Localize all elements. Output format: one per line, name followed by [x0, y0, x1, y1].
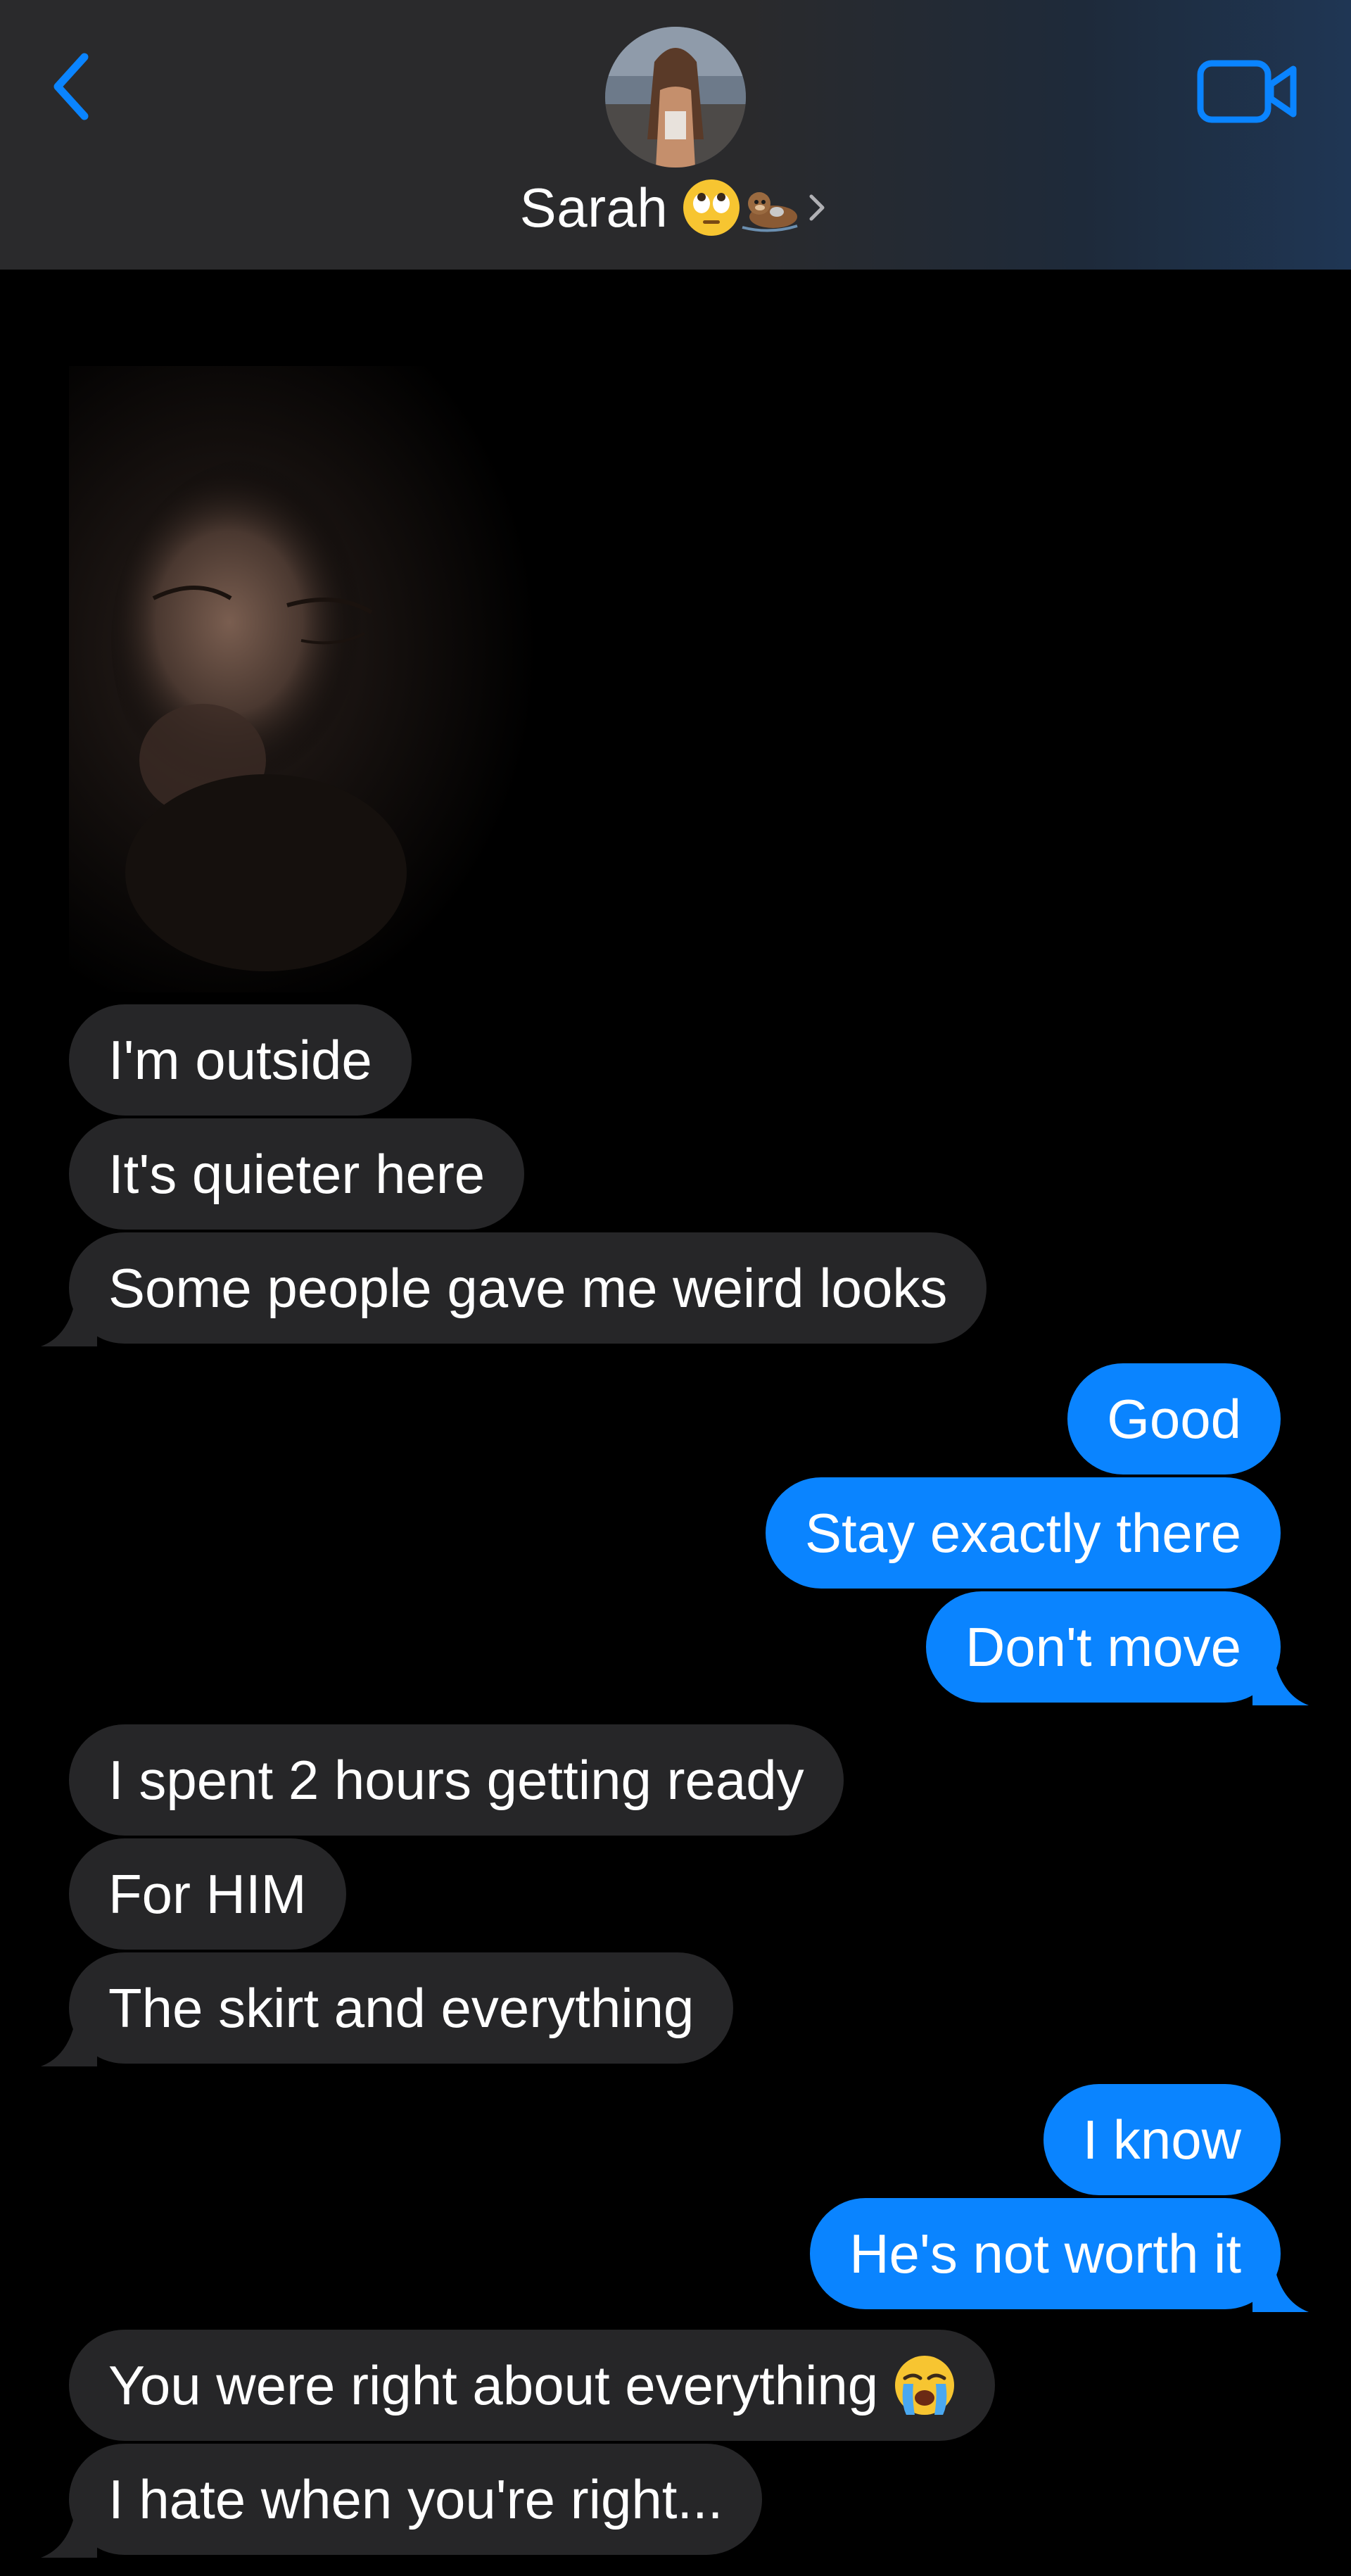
- loudly-crying-face-icon: [895, 2356, 955, 2415]
- message-text: Good: [1107, 1387, 1241, 1450]
- received-message[interactable]: You were right about everything: [69, 2330, 996, 2441]
- video-camera-icon: [1197, 60, 1297, 123]
- message-text: The skirt and everything: [108, 1976, 694, 2039]
- video-call-button[interactable]: [1196, 56, 1298, 127]
- conversation-header: Sarah: [0, 0, 1351, 270]
- message-text: I know: [1082, 2108, 1241, 2171]
- bubble-tail: [1252, 2263, 1309, 2312]
- received-photo[interactable]: [69, 366, 590, 992]
- message-text: I hate when you're right...: [108, 2468, 723, 2530]
- received-message[interactable]: It's quieter here: [69, 1118, 525, 1230]
- message-text: I'm outside: [108, 1028, 372, 1091]
- received-message[interactable]: I spent 2 hours getting ready: [69, 1724, 844, 1836]
- sent-message[interactable]: He's not worth it: [810, 2198, 1309, 2312]
- otter-icon: [742, 192, 798, 232]
- message-text: Stay exactly there: [805, 1501, 1241, 1564]
- chevron-right-icon: [809, 194, 825, 221]
- sent-message[interactable]: Stay exactly there: [766, 1477, 1281, 1589]
- message-text: You were right about everything: [108, 2354, 879, 2416]
- contact-name: Sarah: [519, 176, 668, 239]
- chevron-left-icon: [53, 53, 89, 120]
- sent-message[interactable]: I know: [1043, 2084, 1281, 2195]
- message-text: Some people gave me weird looks: [108, 1256, 948, 1319]
- back-button[interactable]: [44, 48, 100, 125]
- face-with-rolling-eyes-icon: [683, 179, 740, 236]
- bubble-tail: [1252, 1656, 1309, 1705]
- bubble-tail: [41, 2017, 97, 2066]
- message-text: I spent 2 hours getting ready: [108, 1748, 804, 1811]
- received-message[interactable]: Some people gave me weird looks: [41, 1232, 987, 1346]
- received-message[interactable]: I hate when you're right...: [41, 2444, 763, 2558]
- message-text: He's not worth it: [849, 2222, 1241, 2285]
- received-message[interactable]: The skirt and everything: [41, 1952, 734, 2066]
- received-message[interactable]: I'm outside: [69, 1004, 412, 1116]
- photo-image: [69, 366, 590, 992]
- contact-details-button[interactable]: Sarah: [0, 169, 1351, 246]
- message-text: It's quieter here: [108, 1142, 486, 1205]
- sent-message[interactable]: Don't move: [925, 1591, 1309, 1705]
- avatar-photo: [605, 27, 746, 168]
- received-message[interactable]: For HIM: [69, 1838, 346, 1950]
- message-text: Don't move: [965, 1615, 1241, 1678]
- sent-message[interactable]: Good: [1067, 1363, 1281, 1475]
- contact-avatar[interactable]: [605, 27, 746, 168]
- bubble-tail: [41, 1297, 97, 1346]
- bubble-tail: [41, 2508, 97, 2558]
- message-text: For HIM: [108, 1862, 307, 1925]
